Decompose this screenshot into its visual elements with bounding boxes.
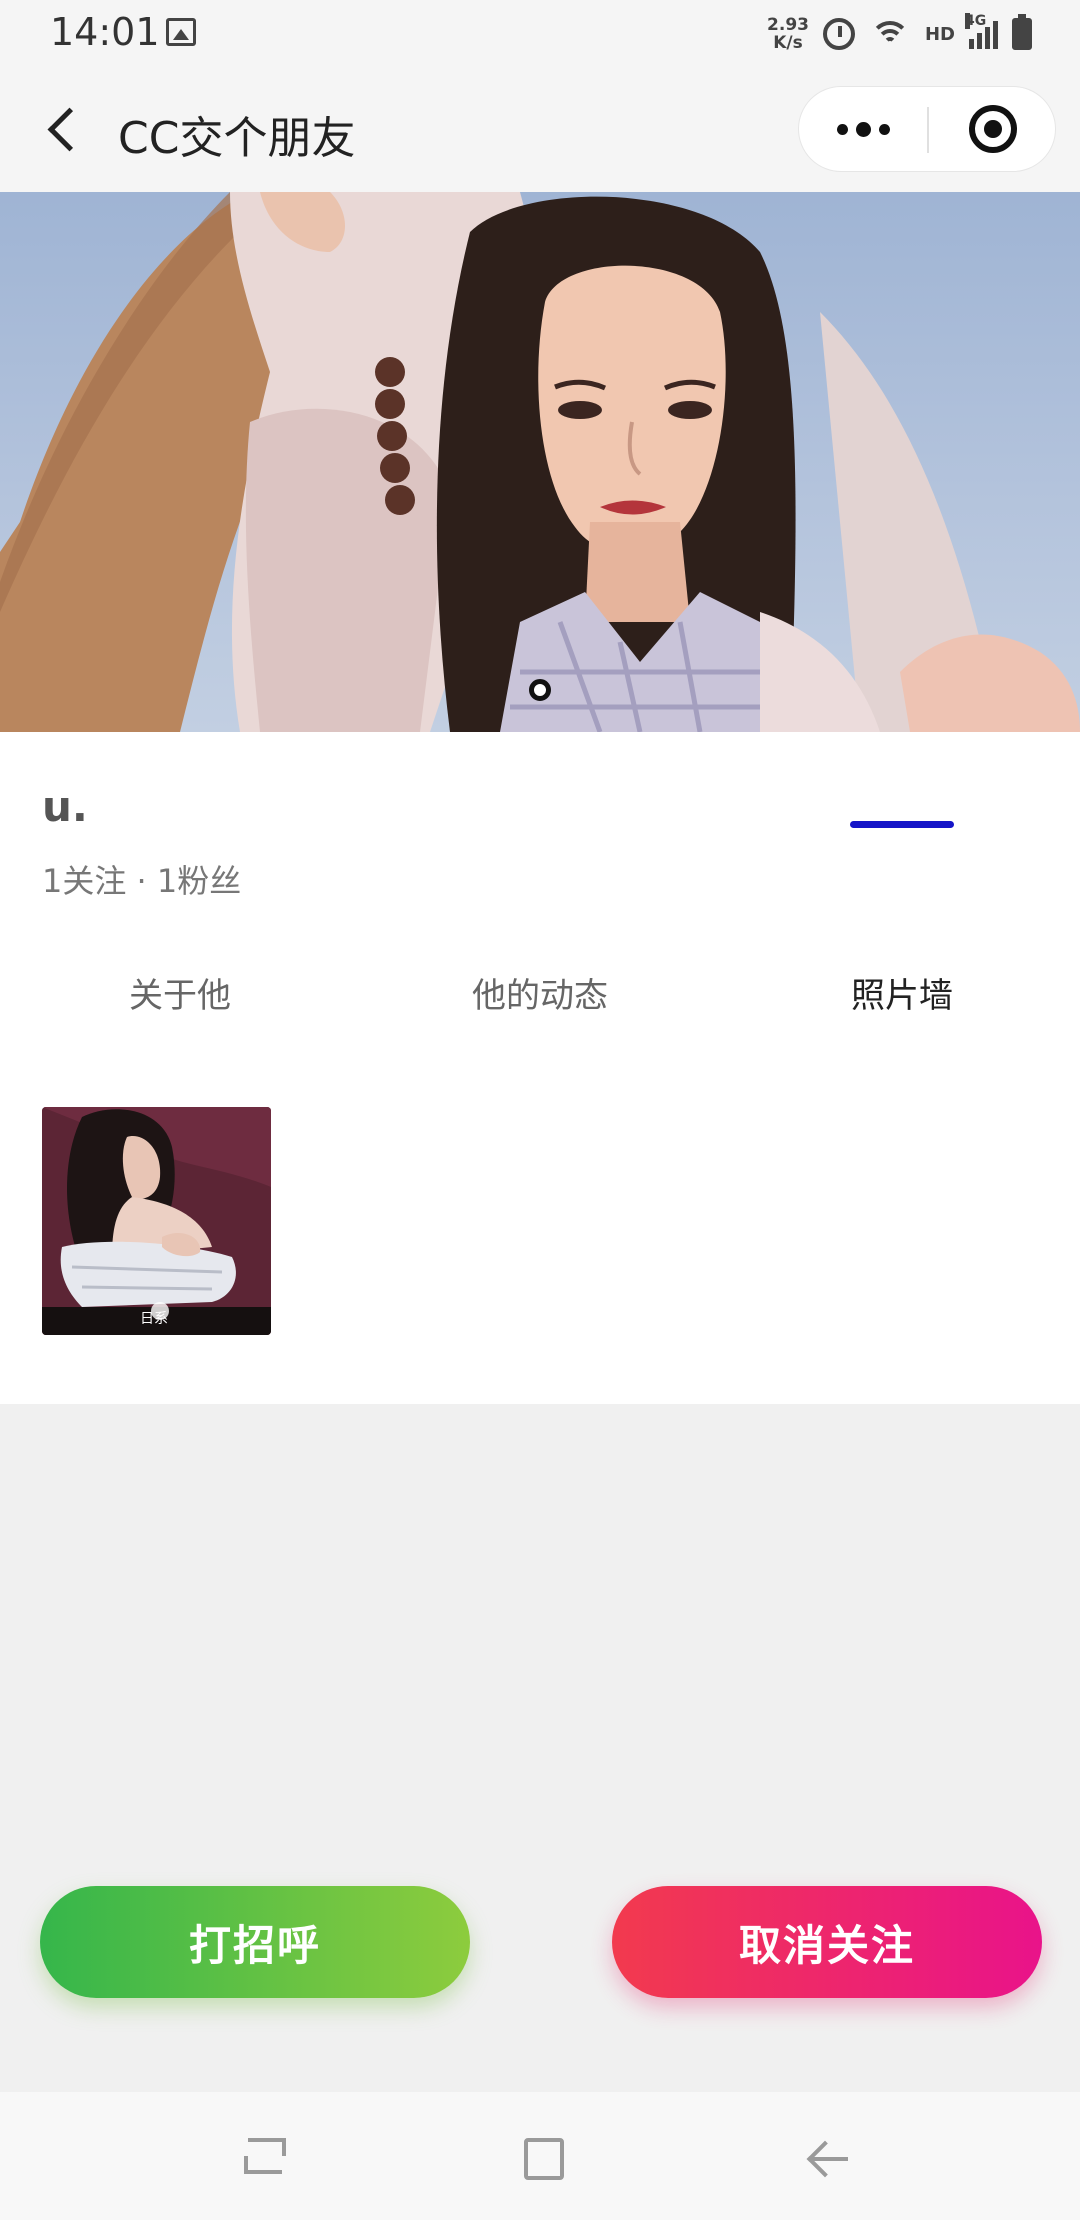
photo-thumbnail: 日系 (42, 1107, 271, 1335)
unfollow-button[interactable]: 取消关注 (612, 1886, 1042, 1998)
home-icon[interactable] (524, 2138, 564, 2180)
network-speed: 2.93 K/s (767, 16, 809, 52)
battery-icon (1012, 14, 1032, 50)
page-title: CC交个朋友 (118, 113, 356, 164)
recent-apps-icon[interactable] (244, 2138, 286, 2178)
wifi-icon (869, 19, 911, 49)
close-miniprogram-icon[interactable] (929, 87, 1057, 171)
miniprogram-capsule (798, 86, 1056, 172)
hd-label: HD (924, 23, 955, 45)
active-tab-indicator (850, 821, 954, 828)
status-bar: 14:01 2.93 K/s HD 4G (0, 0, 1080, 68)
alarm-icon (822, 18, 855, 50)
status-time: 14:01 (50, 10, 160, 54)
more-icon[interactable] (799, 87, 927, 171)
banner-photo (0, 192, 1080, 732)
carousel-indicator (529, 679, 551, 701)
photo-watermark: 日系 (140, 1311, 168, 1327)
network-type-label: 4G (965, 13, 987, 29)
photo-wall-item[interactable]: 日系 (42, 1107, 271, 1335)
status-icons: 2.93 K/s HD 4G (767, 12, 1032, 56)
greet-button[interactable]: 打招呼 (40, 1886, 470, 1998)
nav-bar: CC交个朋友 (0, 68, 1080, 192)
network-speed-unit: K/s (773, 33, 803, 53)
profile-banner[interactable] (0, 192, 1080, 732)
username: u. (42, 782, 88, 831)
back-icon[interactable] (40, 104, 84, 156)
tab-photo-wall[interactable]: 照片墙 (782, 968, 1022, 1017)
network-speed-value: 2.93 (767, 15, 809, 35)
signal-icon: 4G (965, 13, 998, 49)
tab-about[interactable]: 关于他 (60, 968, 300, 1017)
system-back-icon[interactable] (806, 2140, 848, 2178)
system-nav-bar (0, 2092, 1080, 2220)
follow-stats: 1关注 · 1粉丝 (42, 862, 242, 900)
tab-posts[interactable]: 他的动态 (420, 968, 660, 1017)
image-icon (166, 18, 196, 46)
profile-tabs: 关于他 他的动态 照片墙 (0, 968, 1080, 1058)
